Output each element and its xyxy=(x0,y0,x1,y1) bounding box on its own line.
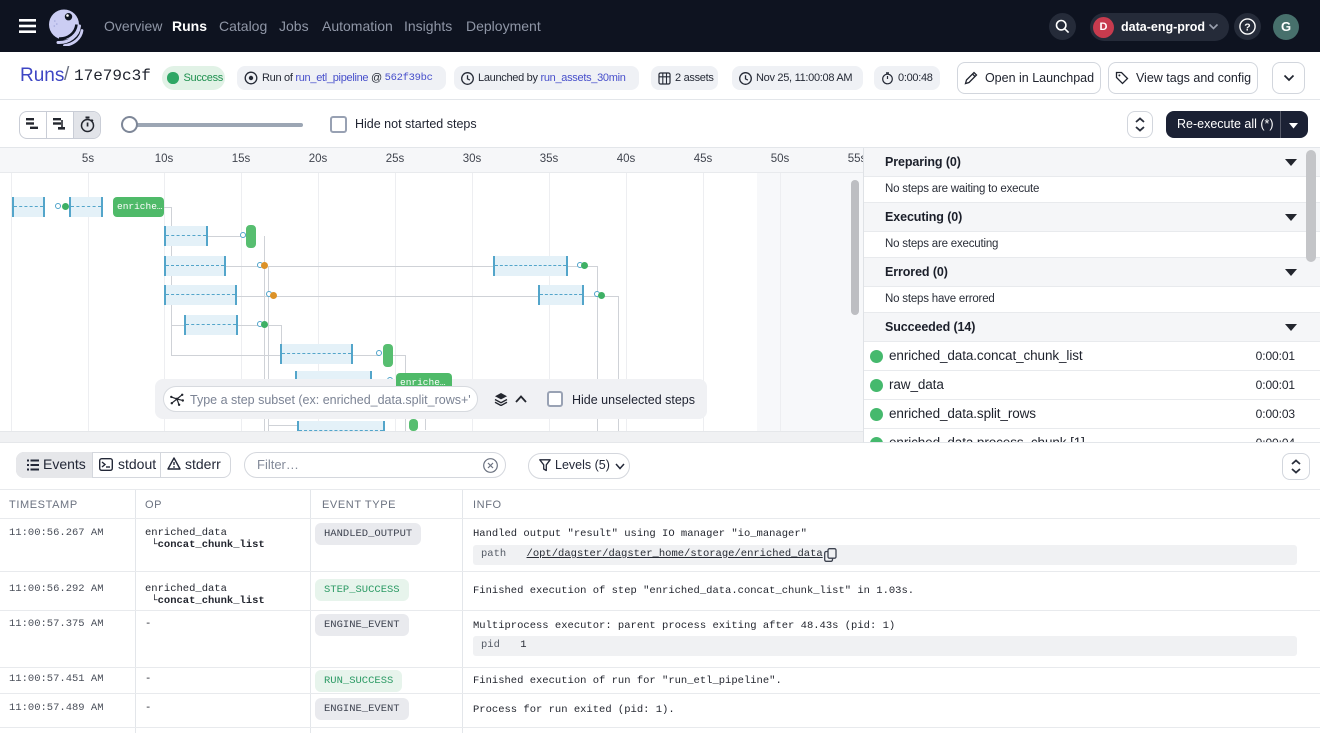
svg-text:?: ? xyxy=(1244,21,1250,33)
